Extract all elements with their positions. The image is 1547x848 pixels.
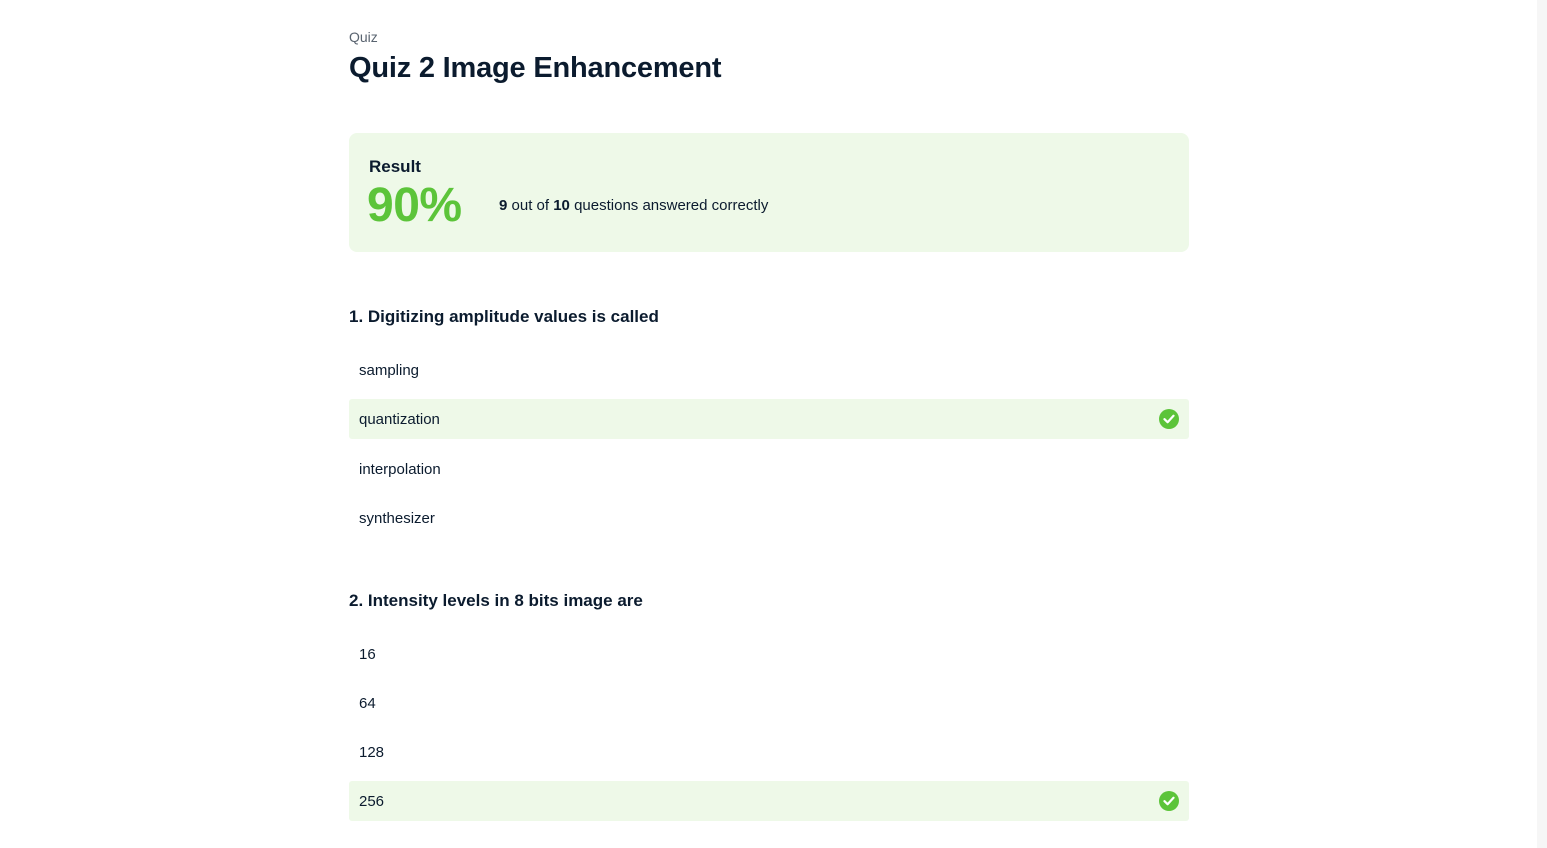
question-2-title: 2. Intensity levels in 8 bits image are: [349, 591, 643, 610]
total-count: 10: [553, 197, 570, 214]
result-label: Result: [369, 157, 421, 176]
question-2-option-1[interactable]: 16: [349, 634, 1189, 674]
result-card: [349, 133, 1189, 252]
out-of-text: out of: [507, 197, 554, 214]
question-2-option-3[interactable]: 128: [349, 732, 1189, 772]
question-2-option-4[interactable]: 256: [349, 781, 1189, 821]
option-label: 128: [359, 743, 385, 761]
result-percent: 90%: [367, 179, 462, 232]
page-scroll-edge: [1537, 0, 1547, 848]
question-1-title: 1. Digitizing amplitude values is called: [349, 307, 659, 326]
option-label: 16: [359, 645, 376, 663]
summary-suffix: questions answered correctly: [569, 197, 769, 214]
option-label: 256: [359, 792, 385, 810]
option-label: sampling: [359, 361, 420, 379]
question-1-option-1[interactable]: sampling: [349, 350, 1189, 390]
check-circle-icon: [1159, 409, 1179, 429]
option-label: 64: [359, 694, 376, 712]
question-1-option-3[interactable]: interpolation: [349, 449, 1189, 489]
option-label: interpolation: [359, 460, 441, 478]
question-1-option-2[interactable]: quantization: [349, 399, 1189, 439]
page-title: Quiz 2 Image Enhancement: [349, 52, 722, 84]
question-1-option-4[interactable]: synthesizer: [349, 498, 1189, 538]
breadcrumb[interactable]: Quiz: [349, 29, 378, 45]
check-circle-icon: [1159, 791, 1179, 811]
question-2-option-2[interactable]: 64: [349, 683, 1189, 723]
option-label: quantization: [359, 410, 440, 428]
result-summary: 9 out of 10 questions answered correctly: [499, 197, 768, 214]
option-label: synthesizer: [359, 509, 435, 527]
